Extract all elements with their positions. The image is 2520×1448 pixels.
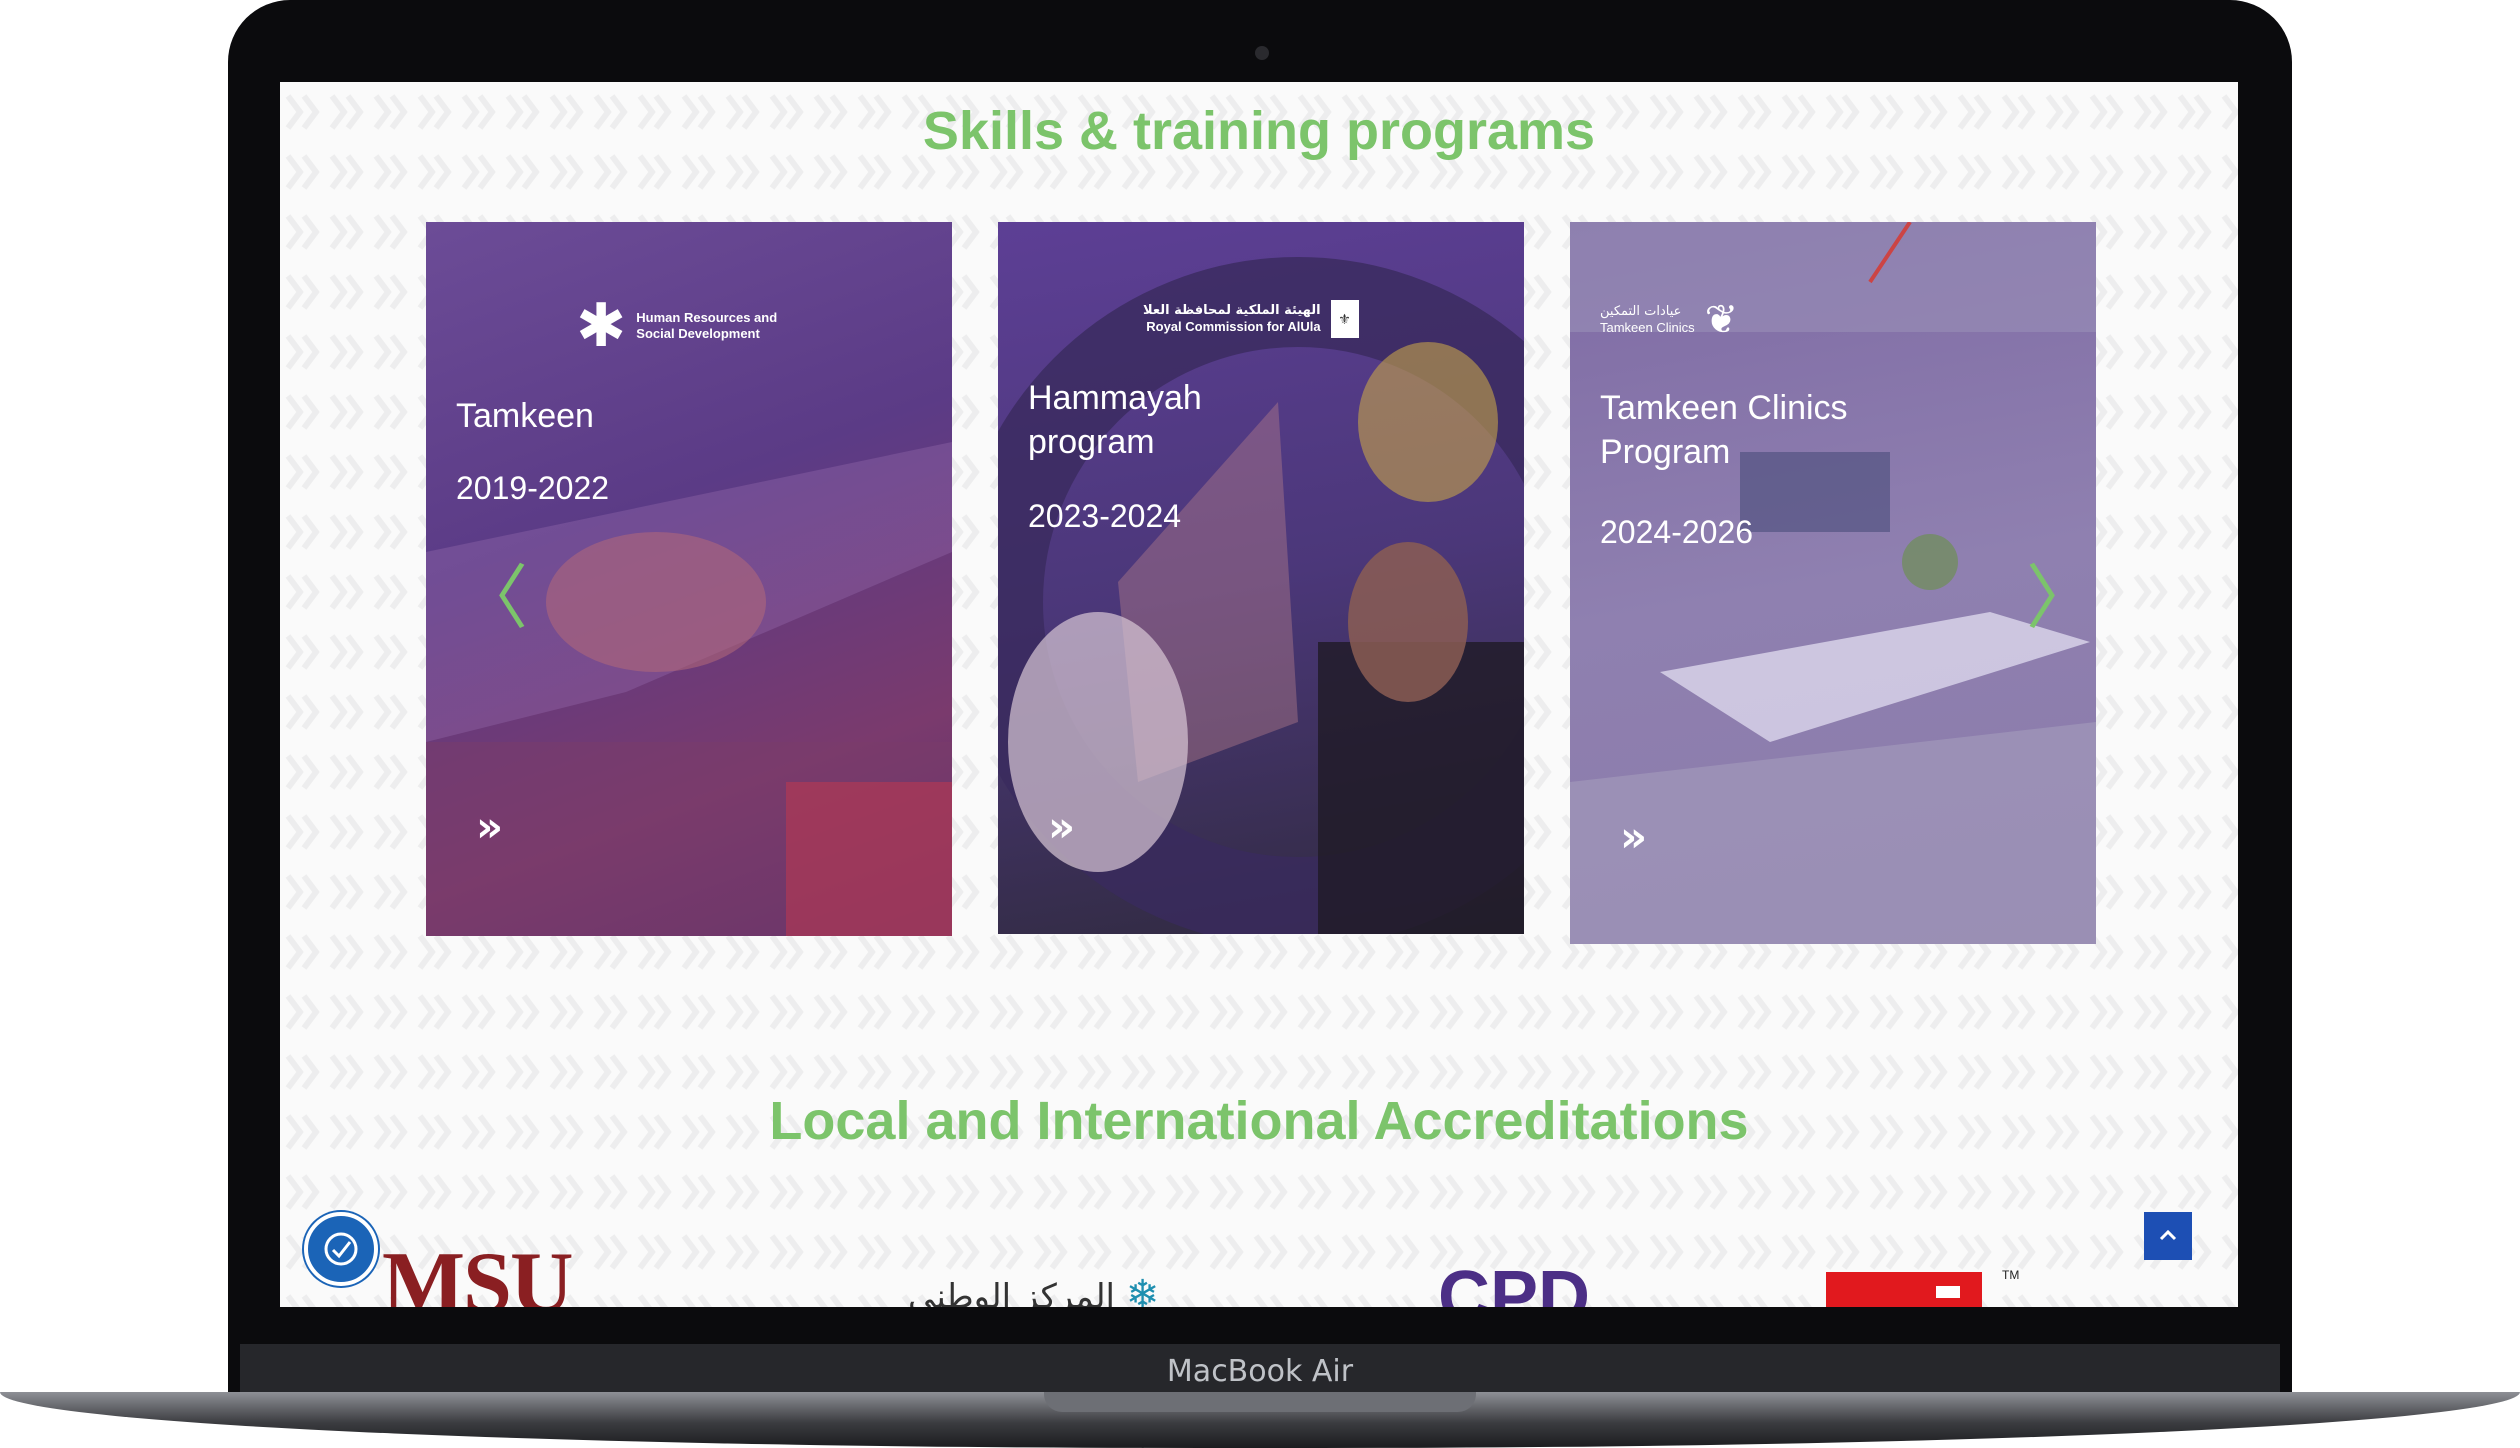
hrsd-logo-text: Human Resources and Social Development xyxy=(636,310,778,341)
trademark-mark: TM xyxy=(2002,1268,2020,1282)
emblem-icon: ⚜ xyxy=(1330,300,1359,338)
skills-section-title: Skills & training programs xyxy=(922,101,1596,161)
card-more-icon[interactable]: » xyxy=(1048,802,1075,851)
card-title: Tamkeen xyxy=(456,394,594,438)
program-card-hammayah[interactable]: الهيئة الملكية لمحافظة العلا Royal Commi… xyxy=(998,222,1524,934)
card-title-line1: Tamkeen Clinics xyxy=(1600,389,1848,427)
tamkeen-clinics-logo-text-ar: عيادات التمكين xyxy=(1600,304,1682,319)
camera xyxy=(1255,46,1269,60)
card-title-line2: Program xyxy=(1600,433,1731,471)
chevron-up-icon xyxy=(2159,1229,2177,1241)
card-more-icon[interactable]: » xyxy=(476,802,503,851)
accessibility-button[interactable] xyxy=(304,1212,378,1286)
national-center-logo: المركز الوطني ❄ xyxy=(908,1272,1159,1307)
accessibility-icon xyxy=(324,1232,358,1266)
card-more-icon[interactable]: » xyxy=(1620,812,1647,861)
program-card-tamkeen-clinics[interactable]: عيادات التمكين Tamkeen Clinics ❦ Tamkeen… xyxy=(1570,222,2096,944)
laptop-notch xyxy=(1044,1392,1476,1412)
tamkeen-clinics-logo: عيادات التمكين Tamkeen Clinics ❦ xyxy=(1600,300,1738,340)
carousel-prev-icon[interactable]: 〈 xyxy=(458,542,528,643)
scroll-to-top-button[interactable] xyxy=(2144,1212,2192,1260)
leaf-icon: ❦ xyxy=(1704,298,1739,342)
accreditations-section-title: Local and International Accreditations xyxy=(769,1091,1749,1151)
card-title-line2: program xyxy=(1028,423,1155,461)
alula-logo: الهيئة الملكية لمحافظة العلا Royal Commi… xyxy=(1143,300,1359,338)
snowflake-icon: ❄ xyxy=(1125,1272,1160,1307)
screen: Skills & training programs ✱ Human Resou… xyxy=(280,82,2238,1307)
msu-logo: MSU xyxy=(382,1235,574,1308)
card-years: 2019-2022 xyxy=(456,470,610,506)
cpd-logo: CPD xyxy=(1438,1257,1591,1307)
card-years: 2024-2026 xyxy=(1600,514,1754,550)
red-accreditation-logo xyxy=(1826,1272,1982,1307)
hrsd-logo: ✱ Human Resources and Social Development xyxy=(576,296,786,356)
national-center-logo-text: المركز الوطني xyxy=(908,1277,1116,1307)
device-model-label: MacBook Air xyxy=(1166,1354,1354,1389)
hrsd-star-icon: ✱ xyxy=(576,292,627,359)
card-title: Tamkeen Clinics Program xyxy=(1600,386,1848,474)
card-title-line1: Tamkeen xyxy=(456,397,594,435)
card-years: 2023-2024 xyxy=(1028,498,1182,534)
alula-logo-text-ar: الهيئة الملكية لمحافظة العلا xyxy=(1143,303,1321,318)
alula-logo-text: Royal Commission for AlUla xyxy=(1146,319,1321,334)
carousel-next-icon[interactable]: 〉 xyxy=(2026,542,2096,643)
tamkeen-clinics-logo-text: Tamkeen Clinics xyxy=(1600,320,1695,335)
card-title: Hammayah program xyxy=(1028,376,1202,464)
card-title-line1: Hammayah xyxy=(1028,379,1202,417)
